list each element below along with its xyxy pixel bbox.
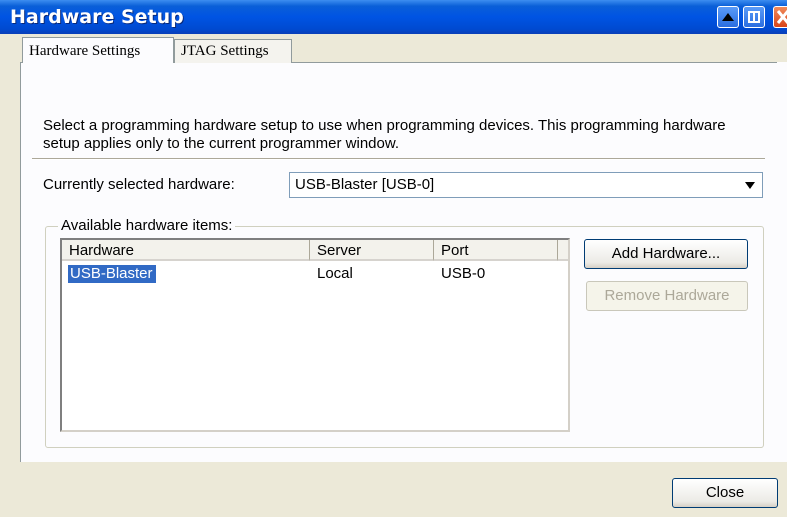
column-header-hardware[interactable]: Hardware	[62, 240, 310, 261]
title-bar[interactable]: Hardware Setup	[0, 0, 787, 34]
restore-button[interactable]	[743, 6, 765, 28]
column-header-filler	[558, 240, 568, 261]
remove-hardware-button[interactable]: Remove Hardware	[586, 281, 748, 311]
row-port-cell: USB-0	[441, 265, 486, 282]
row-server-cell: Local	[317, 265, 353, 282]
chevron-down-icon	[745, 182, 755, 189]
current-hardware-value: USB-Blaster [USB-0]	[295, 176, 435, 193]
close-icon	[776, 10, 787, 24]
window-title: Hardware Setup	[10, 6, 184, 28]
add-hardware-button[interactable]: Add Hardware...	[584, 239, 748, 269]
tab-jtag-settings[interactable]: JTAG Settings	[174, 39, 292, 63]
restore-icon	[748, 11, 760, 23]
row-hardware-cell[interactable]: USB-Blaster	[67, 264, 157, 284]
hardware-setup-window: Hardware Setup Hardware Settings JTAG Se…	[0, 0, 787, 517]
current-hardware-select[interactable]: USB-Blaster [USB-0]	[289, 172, 763, 198]
tab-hardware-settings[interactable]: Hardware Settings	[22, 37, 174, 63]
divider	[32, 158, 765, 160]
dropdown-button[interactable]	[740, 174, 761, 196]
close-window-button[interactable]	[773, 6, 787, 28]
description-text: Select a programming hardware setup to u…	[43, 117, 726, 152]
close-button[interactable]: Close	[672, 478, 778, 508]
roll-up-button[interactable]	[717, 6, 739, 28]
hardware-list[interactable]: Hardware Server Port USB-Blaster Local U…	[60, 238, 570, 432]
current-hardware-label: Currently selected hardware:	[43, 176, 235, 193]
available-hardware-label: Available hardware items:	[58, 217, 236, 234]
column-header-server[interactable]: Server	[310, 240, 434, 261]
up-arrow-icon	[722, 13, 734, 21]
column-header-port[interactable]: Port	[434, 240, 558, 261]
